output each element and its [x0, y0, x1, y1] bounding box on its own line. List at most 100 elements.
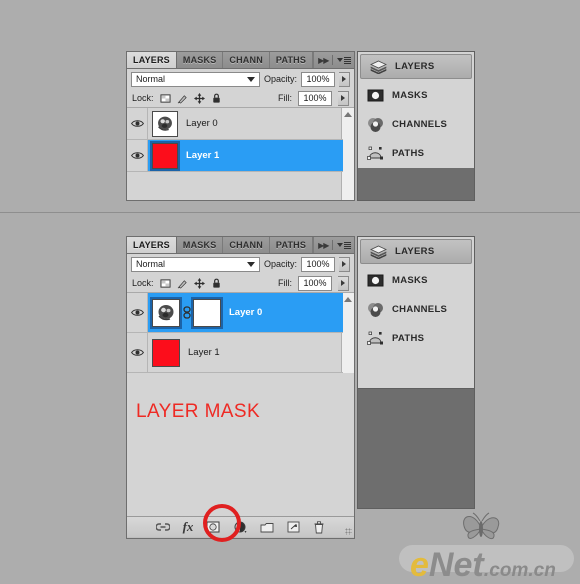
quick-item-masks[interactable]: MASKS [358, 266, 474, 295]
watermark-e: e [410, 546, 429, 584]
table-row[interactable]: Layer 0 [127, 293, 343, 333]
opacity-slider-button[interactable] [339, 256, 350, 272]
tab-masks[interactable]: MASKS [177, 52, 224, 68]
tabbar-tools[interactable]: ▶▶ [314, 52, 354, 68]
quick-item-layers[interactable]: LAYERS [360, 54, 472, 79]
quick-panel-bottom-filler [357, 389, 475, 509]
scroll-up-arrow-icon[interactable] [342, 293, 355, 305]
quick-item-channels[interactable]: CHANNELS [358, 295, 474, 324]
panel-menu-icon[interactable] [337, 241, 352, 249]
tab-layers[interactable]: LAYERS [127, 237, 177, 253]
blend-mode-select[interactable]: Normal [131, 256, 260, 272]
layer-style-fx-icon[interactable]: fx [183, 519, 194, 535]
lock-transparent-pixels-icon[interactable] [159, 278, 171, 289]
new-group-icon[interactable] [260, 522, 274, 533]
fill-input[interactable]: 100% [298, 90, 332, 106]
layer-mask-link-toggle[interactable] [180, 306, 193, 319]
lock-icon-group[interactable] [159, 92, 222, 104]
quick-item-label: CHANNELS [392, 119, 448, 130]
fill-slider-button[interactable] [338, 275, 349, 291]
lock-position-icon[interactable] [193, 92, 205, 104]
tab-layers[interactable]: LAYERS [127, 52, 177, 68]
blend-mode-row-top[interactable]: Normal Opacity: 100% [127, 69, 354, 89]
quick-item-label: PATHS [392, 333, 425, 344]
section-divider [0, 212, 580, 213]
blend-mode-value: Normal [136, 74, 166, 84]
layer-visibility-toggle[interactable] [127, 293, 148, 332]
scroll-up-arrow-icon[interactable] [342, 108, 355, 120]
quick-item-paths[interactable]: PATHS [358, 324, 474, 353]
quick-item-label: MASKS [392, 90, 428, 101]
watermark-net: Net [428, 546, 484, 584]
lock-row-top[interactable]: Lock: Fill: 100% [127, 89, 354, 108]
blend-mode-row-bottom[interactable]: Normal Opacity: 100% [127, 254, 354, 274]
quick-panel-top[interactable]: LAYERS MASKS CHANNELS PATHS [357, 51, 475, 201]
layer-list-bottom[interactable]: Layer 0 Layer 1 LAYER MASK [127, 293, 354, 516]
eye-icon [130, 152, 144, 159]
enet-watermark: e Net . com.cn [410, 548, 556, 582]
resize-grip[interactable] [345, 528, 352, 535]
fill-slider-button[interactable] [338, 90, 349, 106]
opacity-input[interactable]: 100% [301, 256, 335, 272]
lock-row-bottom[interactable]: Lock: Fill: 100% [127, 274, 354, 293]
link-layers-icon[interactable] [155, 522, 170, 532]
layer-mask-thumbnail[interactable] [193, 298, 221, 327]
layer-name[interactable]: Layer 1 [186, 150, 219, 161]
layer-name[interactable]: Layer 0 [186, 118, 218, 129]
lock-all-icon[interactable] [211, 278, 222, 289]
layer-name[interactable]: Layer 1 [188, 347, 220, 358]
layer-name[interactable]: Layer 0 [229, 307, 262, 318]
layer-thumbnail[interactable] [152, 110, 178, 137]
panel-menu-icon[interactable] [337, 56, 352, 64]
panel-tabbar-top[interactable]: LAYERS MASKS CHANN PATHS ▶▶ [127, 52, 354, 69]
lock-icon-group[interactable] [159, 277, 222, 289]
delete-layer-icon[interactable] [313, 520, 325, 534]
layer-thumbnail[interactable] [152, 142, 178, 169]
layers-panel-top[interactable]: LAYERS MASKS CHANN PATHS ▶▶ Normal Opaci… [126, 51, 355, 201]
table-row[interactable]: Layer 0 [127, 108, 343, 140]
tab-channels[interactable]: CHANN [223, 52, 270, 68]
layer-mask-annotation: LAYER MASK [136, 401, 261, 422]
new-layer-icon[interactable] [287, 521, 300, 533]
lock-image-pixels-icon[interactable] [177, 93, 188, 104]
layers-stack-icon [370, 245, 387, 259]
lock-position-icon[interactable] [193, 277, 205, 289]
fill-input[interactable]: 100% [298, 275, 332, 291]
layer-visibility-toggle[interactable] [127, 108, 148, 139]
blend-mode-select[interactable]: Normal [131, 71, 260, 87]
quick-item-masks[interactable]: MASKS [358, 81, 474, 110]
quick-item-layers[interactable]: LAYERS [360, 239, 472, 264]
tab-channels[interactable]: CHANN [223, 237, 270, 253]
tabbar-tools[interactable]: ▶▶ [314, 237, 354, 253]
table-row[interactable]: Layer 1 [127, 333, 343, 373]
table-row[interactable]: Layer 1 [127, 140, 343, 172]
screenshot-stage: LAYERS MASKS CHANN PATHS ▶▶ Normal Opaci… [0, 0, 580, 582]
eye-icon [130, 349, 144, 356]
photo-thumbnail-icon [153, 111, 177, 136]
tab-paths[interactable]: PATHS [270, 52, 314, 68]
panel-tabbar-bottom[interactable]: LAYERS MASKS CHANN PATHS ▶▶ [127, 237, 354, 254]
mask-icon [367, 89, 384, 102]
layer-list-top[interactable]: Layer 0 Layer 1 [127, 108, 355, 200]
layers-panel-bottom[interactable]: LAYERS MASKS CHANN PATHS ▶▶ Normal Opaci… [126, 236, 355, 539]
quick-item-label: LAYERS [395, 61, 435, 72]
layer-thumbnail[interactable] [152, 298, 180, 327]
opacity-input[interactable]: 100% [301, 71, 335, 87]
lock-transparent-pixels-icon[interactable] [159, 93, 171, 104]
tab-paths[interactable]: PATHS [270, 237, 314, 253]
collapse-arrows-icon[interactable]: ▶▶ [318, 56, 329, 65]
tab-masks[interactable]: MASKS [177, 237, 224, 253]
layer-visibility-toggle[interactable] [127, 140, 148, 171]
quick-item-paths[interactable]: PATHS [358, 139, 474, 168]
collapse-arrows-icon[interactable]: ▶▶ [318, 241, 329, 250]
opacity-slider-button[interactable] [339, 71, 350, 87]
photo-thumbnail-icon [153, 299, 179, 326]
layer-thumbnail[interactable] [152, 338, 180, 367]
quick-panel-bottom[interactable]: LAYERS MASKS CHANNELS PATHS [357, 236, 475, 389]
lock-all-icon[interactable] [211, 93, 222, 104]
lock-image-pixels-icon[interactable] [177, 278, 188, 289]
quick-item-channels[interactable]: CHANNELS [358, 110, 474, 139]
chevron-down-icon [246, 77, 255, 82]
layer-list-empty-area [127, 172, 354, 200]
layer-visibility-toggle[interactable] [127, 333, 148, 372]
